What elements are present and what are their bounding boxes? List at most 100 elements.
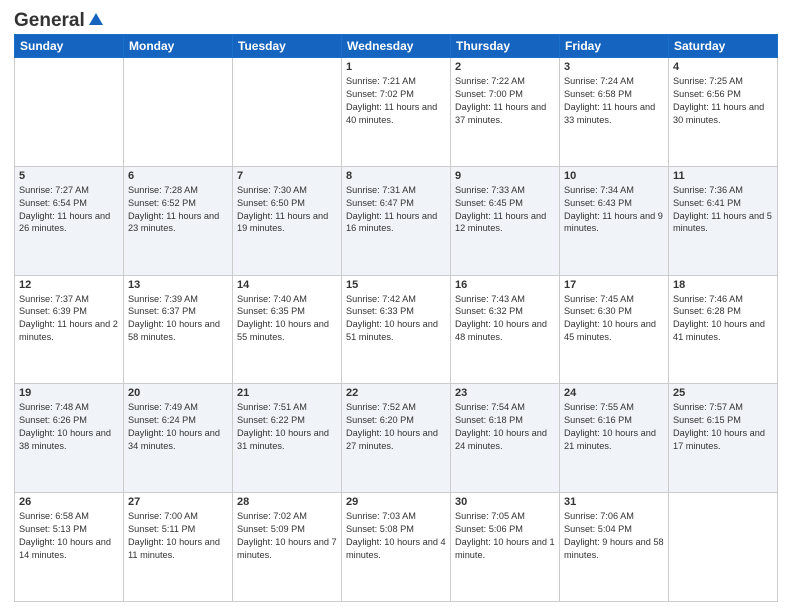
day-number: 31 (564, 496, 664, 508)
weekday-header-row: SundayMondayTuesdayWednesdayThursdayFrid… (15, 35, 778, 58)
day-info: Sunrise: 7:33 AM Sunset: 6:45 PM Dayligh… (455, 184, 555, 236)
calendar-cell: 10 Sunrise: 7:34 AM Sunset: 6:43 PM Dayli… (560, 166, 669, 275)
calendar-cell: 23 Sunrise: 7:54 AM Sunset: 6:18 PM Dayli… (451, 384, 560, 493)
day-info: Sunrise: 7:05 AM Sunset: 5:06 PM Dayligh… (455, 510, 555, 562)
week-row-5: 26 Sunrise: 6:58 AM Sunset: 5:13 PM Dayli… (15, 493, 778, 602)
day-info: Sunrise: 7:45 AM Sunset: 6:30 PM Dayligh… (564, 293, 664, 345)
day-info: Sunrise: 7:55 AM Sunset: 6:16 PM Dayligh… (564, 401, 664, 453)
weekday-header-saturday: Saturday (669, 35, 778, 58)
calendar-cell: 8Sunrise: 7:31 AM Sunset: 6:47 PM Daylig… (342, 166, 451, 275)
day-info: Sunrise: 7:48 AM Sunset: 6:26 PM Dayligh… (19, 401, 119, 453)
weekday-header-friday: Friday (560, 35, 669, 58)
day-info: Sunrise: 7:52 AM Sunset: 6:20 PM Dayligh… (346, 401, 446, 453)
calendar-cell: 24 Sunrise: 7:55 AM Sunset: 6:16 PM Dayli… (560, 384, 669, 493)
day-info: Sunrise: 7:25 AM Sunset: 6:56 PM Dayligh… (673, 75, 773, 127)
weekday-header-tuesday: Tuesday (233, 35, 342, 58)
day-info: Sunrise: 7:27 AM Sunset: 6:54 PM Dayligh… (19, 184, 119, 236)
day-info: Sunrise: 7:43 AM Sunset: 6:32 PM Dayligh… (455, 293, 555, 345)
calendar-cell: 13Sunrise: 7:39 AM Sunset: 6:37 PM Dayli… (124, 275, 233, 384)
calendar-cell: 22Sunrise: 7:52 AM Sunset: 6:20 PM Dayli… (342, 384, 451, 493)
day-number: 23 (455, 387, 555, 399)
day-number: 7 (237, 170, 337, 182)
day-number: 13 (128, 279, 228, 291)
calendar-cell (124, 58, 233, 167)
week-row-1: 1 Sunrise: 7:21 AM Sunset: 7:02 PM Daylig… (15, 58, 778, 167)
weekday-header-sunday: Sunday (15, 35, 124, 58)
day-number: 26 (19, 496, 119, 508)
day-number: 12 (19, 279, 119, 291)
calendar-cell: 7Sunrise: 7:30 AM Sunset: 6:50 PM Daylig… (233, 166, 342, 275)
day-number: 11 (673, 170, 773, 182)
logo-general: General (14, 10, 85, 32)
day-number: 14 (237, 279, 337, 291)
calendar-cell: 16 Sunrise: 7:43 AM Sunset: 6:32 PM Dayli… (451, 275, 560, 384)
logo: General (14, 10, 105, 28)
calendar-cell: 28Sunrise: 7:02 AM Sunset: 5:09 PM Dayli… (233, 493, 342, 602)
calendar-cell: 29Sunrise: 7:03 AM Sunset: 5:08 PM Dayli… (342, 493, 451, 602)
day-number: 24 (564, 387, 664, 399)
day-number: 21 (237, 387, 337, 399)
day-number: 6 (128, 170, 228, 182)
calendar-cell: 27 Sunrise: 7:00 AM Sunset: 5:11 PM Dayli… (124, 493, 233, 602)
calendar-cell: 31Sunrise: 7:06 AM Sunset: 5:04 PM Dayli… (560, 493, 669, 602)
calendar-cell (15, 58, 124, 167)
day-info: Sunrise: 7:51 AM Sunset: 6:22 PM Dayligh… (237, 401, 337, 453)
week-row-4: 19 Sunrise: 7:48 AM Sunset: 6:26 PM Dayli… (15, 384, 778, 493)
calendar-cell (669, 493, 778, 602)
logo-icon (87, 11, 105, 29)
calendar-cell: 2 Sunrise: 7:22 AM Sunset: 7:00 PM Daylig… (451, 58, 560, 167)
day-info: Sunrise: 7:40 AM Sunset: 6:35 PM Dayligh… (237, 293, 337, 345)
calendar-cell: 6 Sunrise: 7:28 AM Sunset: 6:52 PM Daylig… (124, 166, 233, 275)
day-number: 29 (346, 496, 446, 508)
day-number: 25 (673, 387, 773, 399)
calendar-cell: 17 Sunrise: 7:45 AM Sunset: 6:30 PM Dayli… (560, 275, 669, 384)
week-row-3: 12 Sunrise: 7:37 AM Sunset: 6:39 PM Dayli… (15, 275, 778, 384)
day-number: 8 (346, 170, 446, 182)
day-info: Sunrise: 7:21 AM Sunset: 7:02 PM Dayligh… (346, 75, 446, 127)
calendar-cell: 5Sunrise: 7:27 AM Sunset: 6:54 PM Daylig… (15, 166, 124, 275)
calendar-cell: 1 Sunrise: 7:21 AM Sunset: 7:02 PM Daylig… (342, 58, 451, 167)
day-number: 30 (455, 496, 555, 508)
weekday-header-wednesday: Wednesday (342, 35, 451, 58)
day-info: Sunrise: 7:37 AM Sunset: 6:39 PM Dayligh… (19, 293, 119, 345)
day-number: 18 (673, 279, 773, 291)
day-number: 17 (564, 279, 664, 291)
day-number: 10 (564, 170, 664, 182)
calendar-cell: 14 Sunrise: 7:40 AM Sunset: 6:35 PM Dayli… (233, 275, 342, 384)
day-number: 19 (19, 387, 119, 399)
day-info: Sunrise: 6:58 AM Sunset: 5:13 PM Dayligh… (19, 510, 119, 562)
calendar-cell: 26 Sunrise: 6:58 AM Sunset: 5:13 PM Dayli… (15, 493, 124, 602)
calendar-cell: 4 Sunrise: 7:25 AM Sunset: 6:56 PM Daylig… (669, 58, 778, 167)
day-info: Sunrise: 7:57 AM Sunset: 6:15 PM Dayligh… (673, 401, 773, 453)
page: General SundayMondayTuesdayWednesdayThur… (0, 0, 792, 612)
day-info: Sunrise: 7:22 AM Sunset: 7:00 PM Dayligh… (455, 75, 555, 127)
day-info: Sunrise: 7:00 AM Sunset: 5:11 PM Dayligh… (128, 510, 228, 562)
day-info: Sunrise: 7:46 AM Sunset: 6:28 PM Dayligh… (673, 293, 773, 345)
calendar-cell: 3Sunrise: 7:24 AM Sunset: 6:58 PM Daylig… (560, 58, 669, 167)
day-info: Sunrise: 7:49 AM Sunset: 6:24 PM Dayligh… (128, 401, 228, 453)
day-number: 4 (673, 61, 773, 73)
calendar-cell: 15 Sunrise: 7:42 AM Sunset: 6:33 PM Dayli… (342, 275, 451, 384)
calendar-cell: 25 Sunrise: 7:57 AM Sunset: 6:15 PM Dayli… (669, 384, 778, 493)
day-number: 15 (346, 279, 446, 291)
calendar-cell: 19 Sunrise: 7:48 AM Sunset: 6:26 PM Dayli… (15, 384, 124, 493)
calendar-cell: 30 Sunrise: 7:05 AM Sunset: 5:06 PM Dayli… (451, 493, 560, 602)
day-info: Sunrise: 7:36 AM Sunset: 6:41 PM Dayligh… (673, 184, 773, 236)
calendar-cell: 18 Sunrise: 7:46 AM Sunset: 6:28 PM Dayli… (669, 275, 778, 384)
calendar-cell: 20Sunrise: 7:49 AM Sunset: 6:24 PM Dayli… (124, 384, 233, 493)
header: General (14, 10, 778, 28)
day-number: 27 (128, 496, 228, 508)
day-number: 1 (346, 61, 446, 73)
day-info: Sunrise: 7:34 AM Sunset: 6:43 PM Dayligh… (564, 184, 664, 236)
day-info: Sunrise: 7:24 AM Sunset: 6:58 PM Dayligh… (564, 75, 664, 127)
day-info: Sunrise: 7:02 AM Sunset: 5:09 PM Dayligh… (237, 510, 337, 562)
day-info: Sunrise: 7:42 AM Sunset: 6:33 PM Dayligh… (346, 293, 446, 345)
day-number: 9 (455, 170, 555, 182)
weekday-header-thursday: Thursday (451, 35, 560, 58)
day-info: Sunrise: 7:28 AM Sunset: 6:52 PM Dayligh… (128, 184, 228, 236)
day-info: Sunrise: 7:54 AM Sunset: 6:18 PM Dayligh… (455, 401, 555, 453)
weekday-header-monday: Monday (124, 35, 233, 58)
day-number: 2 (455, 61, 555, 73)
calendar-cell (233, 58, 342, 167)
day-number: 16 (455, 279, 555, 291)
